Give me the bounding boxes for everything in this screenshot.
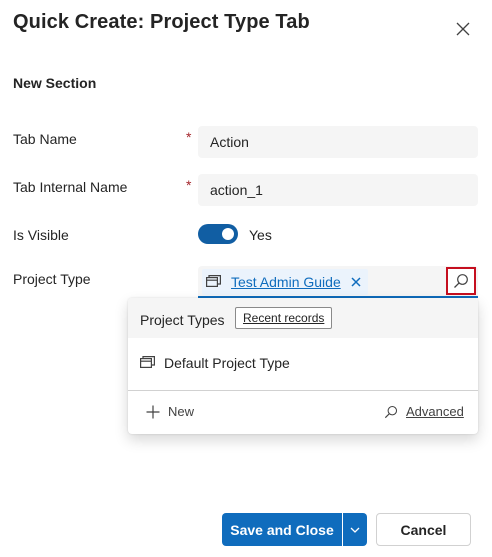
- selected-record-link[interactable]: Test Admin Guide: [231, 274, 341, 290]
- tab-internal-name-required-indicator: *: [186, 177, 192, 193]
- tab-name-required-indicator: *: [186, 129, 192, 145]
- dismiss-icon[interactable]: [350, 276, 362, 288]
- list-item[interactable]: Default Project Type: [128, 346, 478, 380]
- flyout-header-label: Project Types: [140, 312, 225, 328]
- section-title: New Section: [13, 75, 97, 91]
- is-visible-value-label: Yes: [249, 227, 272, 243]
- recent-records-button[interactable]: Recent records: [235, 307, 333, 329]
- save-options-button[interactable]: [343, 513, 367, 546]
- tab-name-input[interactable]: Action: [198, 126, 478, 158]
- lookup-flyout: Project Types Recent records Default Pro…: [128, 298, 478, 434]
- save-split-button: Save and Close: [222, 513, 367, 546]
- tab-internal-name-value: action_1: [210, 182, 263, 198]
- chevron-down-icon: [350, 527, 360, 533]
- cancel-button[interactable]: Cancel: [376, 513, 471, 546]
- search-icon: [384, 405, 398, 419]
- dialog-title: Quick Create: Project Type Tab: [13, 11, 310, 33]
- lookup-search-button[interactable]: [446, 267, 476, 295]
- tab-internal-name-label: Tab Internal Name: [13, 179, 128, 195]
- is-visible-label: Is Visible: [13, 227, 69, 243]
- entity-record-icon: [140, 355, 156, 371]
- flyout-header: Project Types Recent records: [128, 298, 478, 338]
- advanced-lookup-label: Advanced: [406, 404, 464, 419]
- list-item-label: Default Project Type: [164, 355, 290, 371]
- is-visible-toggle[interactable]: [198, 224, 238, 244]
- entity-record-icon: [206, 274, 222, 290]
- close-icon: [456, 22, 470, 36]
- selected-record-chip[interactable]: Test Admin Guide: [202, 269, 368, 295]
- toggle-knob: [222, 228, 234, 240]
- tab-name-label: Tab Name: [13, 131, 77, 147]
- advanced-lookup-button[interactable]: Advanced: [384, 404, 464, 419]
- save-and-close-button[interactable]: Save and Close: [222, 513, 342, 546]
- add-icon: [146, 405, 160, 419]
- close-button[interactable]: [452, 18, 474, 40]
- tab-internal-name-input[interactable]: action_1: [198, 174, 478, 206]
- search-icon: [454, 274, 468, 288]
- project-type-label: Project Type: [13, 271, 91, 287]
- tab-name-value: Action: [210, 134, 249, 150]
- flyout-divider: [128, 390, 478, 391]
- new-record-button[interactable]: New: [146, 404, 194, 419]
- project-type-lookup[interactable]: Test Admin Guide: [198, 266, 478, 298]
- new-record-label: New: [168, 404, 195, 419]
